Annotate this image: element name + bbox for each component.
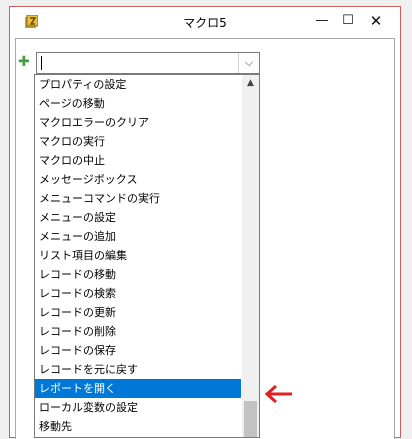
action-list-item[interactable]: リスト項目の編集: [35, 246, 241, 265]
vertical-scrollbar[interactable]: ▲: [242, 75, 259, 437]
action-list-item[interactable]: ページの移動: [35, 94, 241, 113]
title-bar[interactable]: マクロ5 — ☐ ✕: [10, 7, 400, 37]
action-list-item[interactable]: レコードの検索: [35, 284, 241, 303]
action-list-item[interactable]: メニューの追加: [35, 227, 241, 246]
action-list: プロパティの設定 ページの移動 マクロエラーのクリア マクロの実行 マクロの中止 メッセー…: [35, 75, 241, 436]
action-list-item[interactable]: マクロの実行: [35, 132, 241, 151]
red-arrow-annotation-icon: [264, 384, 292, 404]
action-list-item[interactable]: レコードを元に戻す: [35, 360, 241, 379]
action-list-item[interactable]: マクロの中止: [35, 151, 241, 170]
chevron-down-icon[interactable]: ⌵: [238, 53, 259, 73]
close-button[interactable]: ✕: [365, 11, 387, 31]
action-list-item[interactable]: マクロエラーのクリア: [35, 113, 241, 132]
action-list-item[interactable]: レコードの更新: [35, 303, 241, 322]
action-combo-box[interactable]: ⌵: [36, 52, 260, 74]
action-list-item[interactable]: メッセージボックス: [35, 170, 241, 189]
add-action-icon[interactable]: ✚: [18, 54, 30, 70]
action-list-item[interactable]: メニューの設定: [35, 208, 241, 227]
action-list-item[interactable]: レコードの削除: [35, 322, 241, 341]
action-list-item[interactable]: レポートを開く: [35, 379, 241, 398]
action-list-item[interactable]: メニューコマンドの実行: [35, 189, 241, 208]
action-list-item[interactable]: レコードの保存: [35, 341, 241, 360]
action-list-item[interactable]: ローカル変数の設定: [35, 398, 241, 417]
action-dropdown-list[interactable]: プロパティの設定 ページの移動 マクロエラーのクリア マクロの実行 マクロの中止 メッセー…: [34, 74, 260, 438]
action-list-item[interactable]: レコードの移動: [35, 265, 241, 284]
text-caret: [41, 56, 42, 70]
minimize-button[interactable]: —: [311, 11, 333, 31]
scroll-thumb[interactable]: [244, 401, 257, 437]
scroll-up-icon[interactable]: ▲: [242, 75, 259, 92]
action-list-item[interactable]: プロパティの設定: [35, 75, 241, 94]
action-list-item[interactable]: 移動先: [35, 417, 241, 436]
maximize-button[interactable]: ☐: [337, 11, 359, 31]
